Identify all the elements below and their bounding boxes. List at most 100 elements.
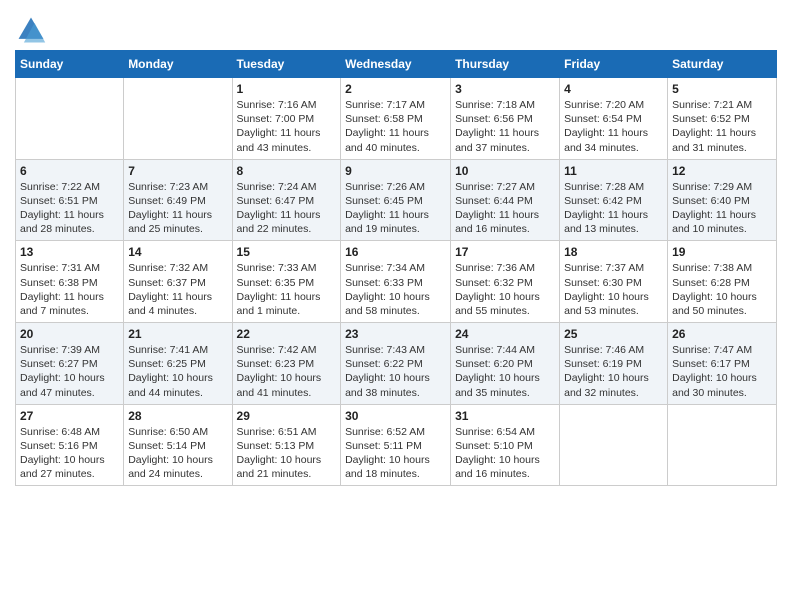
day-number: 26 <box>672 327 772 341</box>
calendar-week-row: 13Sunrise: 7:31 AM Sunset: 6:38 PM Dayli… <box>16 241 777 323</box>
day-header-tuesday: Tuesday <box>232 51 341 78</box>
calendar-cell: 18 Sunrise: 7:37 AM Sunset: 6:30 PM Dayli… <box>560 241 668 323</box>
calendar-cell: 17 Sunrise: 7:36 AM Sunset: 6:32 PM Dayli… <box>451 241 560 323</box>
cell-details: Sunrise: 6:48 AM Sunset: 5:16 PM Dayligh… <box>20 425 119 482</box>
calendar-cell: 21Sunrise: 7:41 AM Sunset: 6:25 PM Dayli… <box>124 323 232 405</box>
calendar-cell: 13Sunrise: 7:31 AM Sunset: 6:38 PM Dayli… <box>16 241 124 323</box>
calendar-cell: 1 Sunrise: 7:16 AM Sunset: 7:00 PM Daylig… <box>232 78 341 160</box>
cell-details: Sunrise: 7:26 AM Sunset: 6:45 PM Dayligh… <box>345 180 446 237</box>
day-header-saturday: Saturday <box>668 51 777 78</box>
day-header-thursday: Thursday <box>451 51 560 78</box>
day-header-monday: Monday <box>124 51 232 78</box>
day-number: 10 <box>455 164 555 178</box>
calendar-cell: 27Sunrise: 6:48 AM Sunset: 5:16 PM Dayli… <box>16 404 124 486</box>
day-number: 18 <box>564 245 663 259</box>
calendar-cell: 7Sunrise: 7:23 AM Sunset: 6:49 PM Daylig… <box>124 159 232 241</box>
cell-details: Sunrise: 7:47 AM Sunset: 6:17 PM Dayligh… <box>672 343 772 400</box>
day-number: 22 <box>237 327 337 341</box>
calendar-cell: 4 Sunrise: 7:20 AM Sunset: 6:54 PM Daylig… <box>560 78 668 160</box>
cell-details: Sunrise: 6:51 AM Sunset: 5:13 PM Dayligh… <box>237 425 337 482</box>
cell-details: Sunrise: 7:37 AM Sunset: 6:30 PM Dayligh… <box>564 261 663 318</box>
calendar-cell: 19Sunrise: 7:38 AM Sunset: 6:28 PM Dayli… <box>668 241 777 323</box>
calendar-cell: 10 Sunrise: 7:27 AM Sunset: 6:44 PM Dayli… <box>451 159 560 241</box>
calendar-week-row: 1 Sunrise: 7:16 AM Sunset: 7:00 PM Daylig… <box>16 78 777 160</box>
page-header <box>15 10 777 46</box>
day-number: 28 <box>128 409 227 423</box>
calendar-cell: 30 Sunrise: 6:52 AM Sunset: 5:11 PM Dayli… <box>341 404 451 486</box>
cell-details: Sunrise: 7:44 AM Sunset: 6:20 PM Dayligh… <box>455 343 555 400</box>
calendar-cell: 5 Sunrise: 7:21 AM Sunset: 6:52 PM Daylig… <box>668 78 777 160</box>
calendar-cell: 29 Sunrise: 6:51 AM Sunset: 5:13 PM Dayli… <box>232 404 341 486</box>
day-number: 4 <box>564 82 663 96</box>
day-number: 17 <box>455 245 555 259</box>
day-number: 31 <box>455 409 555 423</box>
cell-details: Sunrise: 6:52 AM Sunset: 5:11 PM Dayligh… <box>345 425 446 482</box>
calendar-week-row: 20 Sunrise: 7:39 AM Sunset: 6:27 PM Dayli… <box>16 323 777 405</box>
calendar-cell: 22 Sunrise: 7:42 AM Sunset: 6:23 PM Dayli… <box>232 323 341 405</box>
day-number: 29 <box>237 409 337 423</box>
cell-details: Sunrise: 7:42 AM Sunset: 6:23 PM Dayligh… <box>237 343 337 400</box>
day-number: 25 <box>564 327 663 341</box>
cell-details: Sunrise: 7:43 AM Sunset: 6:22 PM Dayligh… <box>345 343 446 400</box>
cell-details: Sunrise: 7:17 AM Sunset: 6:58 PM Dayligh… <box>345 98 446 155</box>
day-number: 1 <box>237 82 337 96</box>
logo <box>15 14 49 46</box>
cell-details: Sunrise: 7:46 AM Sunset: 6:19 PM Dayligh… <box>564 343 663 400</box>
cell-details: Sunrise: 7:27 AM Sunset: 6:44 PM Dayligh… <box>455 180 555 237</box>
calendar-cell: 3 Sunrise: 7:18 AM Sunset: 6:56 PM Daylig… <box>451 78 560 160</box>
day-number: 14 <box>128 245 227 259</box>
calendar-cell: 31 Sunrise: 6:54 AM Sunset: 5:10 PM Dayli… <box>451 404 560 486</box>
day-number: 13 <box>20 245 119 259</box>
cell-details: Sunrise: 7:34 AM Sunset: 6:33 PM Dayligh… <box>345 261 446 318</box>
calendar-cell: 12 Sunrise: 7:29 AM Sunset: 6:40 PM Dayli… <box>668 159 777 241</box>
cell-details: Sunrise: 6:50 AM Sunset: 5:14 PM Dayligh… <box>128 425 227 482</box>
calendar-cell <box>668 404 777 486</box>
calendar-cell <box>124 78 232 160</box>
cell-details: Sunrise: 7:32 AM Sunset: 6:37 PM Dayligh… <box>128 261 227 318</box>
cell-details: Sunrise: 7:29 AM Sunset: 6:40 PM Dayligh… <box>672 180 772 237</box>
cell-details: Sunrise: 7:20 AM Sunset: 6:54 PM Dayligh… <box>564 98 663 155</box>
day-number: 12 <box>672 164 772 178</box>
day-header-sunday: Sunday <box>16 51 124 78</box>
day-number: 23 <box>345 327 446 341</box>
cell-details: Sunrise: 6:54 AM Sunset: 5:10 PM Dayligh… <box>455 425 555 482</box>
calendar-header-row: SundayMondayTuesdayWednesdayThursdayFrid… <box>16 51 777 78</box>
calendar-cell: 11Sunrise: 7:28 AM Sunset: 6:42 PM Dayli… <box>560 159 668 241</box>
calendar-cell <box>560 404 668 486</box>
cell-details: Sunrise: 7:36 AM Sunset: 6:32 PM Dayligh… <box>455 261 555 318</box>
day-number: 8 <box>237 164 337 178</box>
day-number: 19 <box>672 245 772 259</box>
calendar-week-row: 6 Sunrise: 7:22 AM Sunset: 6:51 PM Daylig… <box>16 159 777 241</box>
cell-details: Sunrise: 7:23 AM Sunset: 6:49 PM Dayligh… <box>128 180 227 237</box>
cell-details: Sunrise: 7:21 AM Sunset: 6:52 PM Dayligh… <box>672 98 772 155</box>
calendar-week-row: 27Sunrise: 6:48 AM Sunset: 5:16 PM Dayli… <box>16 404 777 486</box>
cell-details: Sunrise: 7:24 AM Sunset: 6:47 PM Dayligh… <box>237 180 337 237</box>
calendar-cell: 25 Sunrise: 7:46 AM Sunset: 6:19 PM Dayli… <box>560 323 668 405</box>
calendar-cell: 16 Sunrise: 7:34 AM Sunset: 6:33 PM Dayli… <box>341 241 451 323</box>
calendar-cell: 8 Sunrise: 7:24 AM Sunset: 6:47 PM Daylig… <box>232 159 341 241</box>
day-number: 5 <box>672 82 772 96</box>
calendar-cell: 24Sunrise: 7:44 AM Sunset: 6:20 PM Dayli… <box>451 323 560 405</box>
cell-details: Sunrise: 7:39 AM Sunset: 6:27 PM Dayligh… <box>20 343 119 400</box>
day-number: 3 <box>455 82 555 96</box>
day-header-friday: Friday <box>560 51 668 78</box>
day-number: 30 <box>345 409 446 423</box>
calendar-cell: 15Sunrise: 7:33 AM Sunset: 6:35 PM Dayli… <box>232 241 341 323</box>
day-number: 20 <box>20 327 119 341</box>
day-number: 6 <box>20 164 119 178</box>
day-number: 16 <box>345 245 446 259</box>
calendar-cell: 14 Sunrise: 7:32 AM Sunset: 6:37 PM Dayli… <box>124 241 232 323</box>
calendar-cell: 6 Sunrise: 7:22 AM Sunset: 6:51 PM Daylig… <box>16 159 124 241</box>
cell-details: Sunrise: 7:22 AM Sunset: 6:51 PM Dayligh… <box>20 180 119 237</box>
calendar-cell: 9 Sunrise: 7:26 AM Sunset: 6:45 PM Daylig… <box>341 159 451 241</box>
cell-details: Sunrise: 7:18 AM Sunset: 6:56 PM Dayligh… <box>455 98 555 155</box>
calendar-cell: 23 Sunrise: 7:43 AM Sunset: 6:22 PM Dayli… <box>341 323 451 405</box>
calendar-cell: 20 Sunrise: 7:39 AM Sunset: 6:27 PM Dayli… <box>16 323 124 405</box>
cell-details: Sunrise: 7:33 AM Sunset: 6:35 PM Dayligh… <box>237 261 337 318</box>
calendar-cell <box>16 78 124 160</box>
day-number: 9 <box>345 164 446 178</box>
cell-details: Sunrise: 7:16 AM Sunset: 7:00 PM Dayligh… <box>237 98 337 155</box>
calendar-cell: 28 Sunrise: 6:50 AM Sunset: 5:14 PM Dayli… <box>124 404 232 486</box>
logo-icon <box>15 14 47 46</box>
day-number: 2 <box>345 82 446 96</box>
